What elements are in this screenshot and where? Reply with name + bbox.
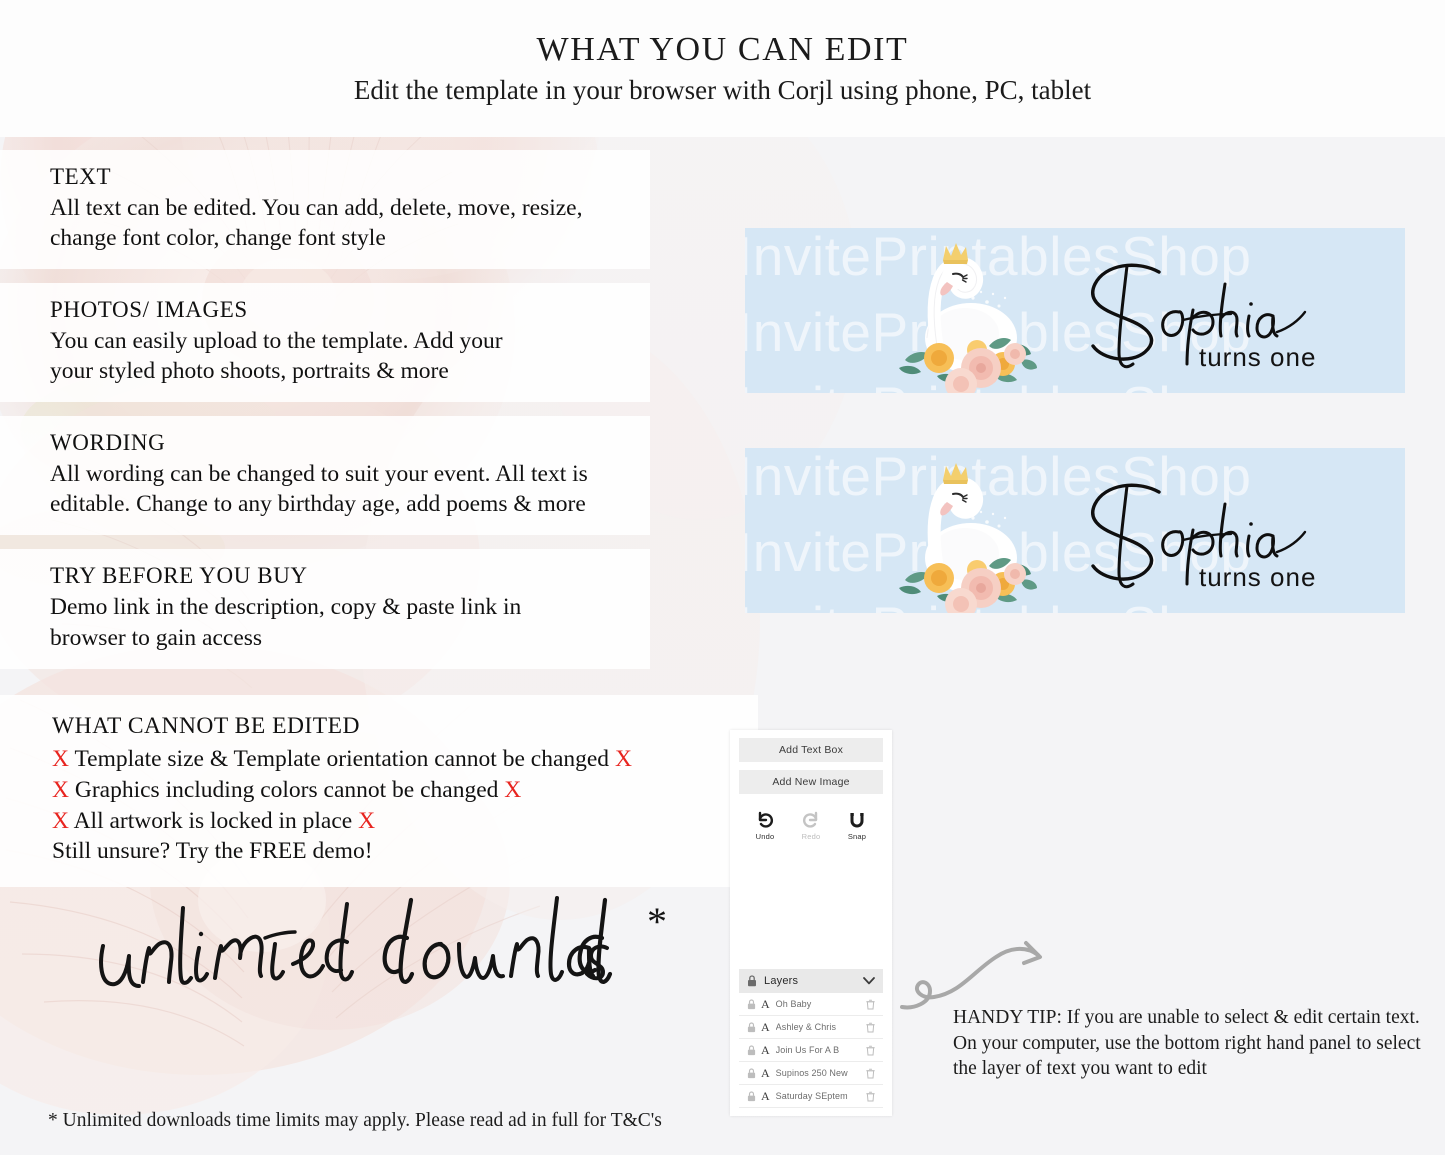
handy-tip-text: HANDY TIP: If you are unable to select &… [953, 1005, 1423, 1082]
editor-tool-row: Undo Redo Snap [730, 794, 892, 849]
layer-name: Supinos 250 New [775, 1068, 848, 1078]
x-mark-icon: X [52, 807, 69, 834]
editor-panel-footer [730, 1108, 892, 1116]
cannot-edit-panel: WHAT CANNOT BE EDITED X Template size & … [0, 695, 758, 888]
layer-row[interactable]: A Supinos 250 New [739, 1062, 883, 1085]
add-new-image-button[interactable]: Add New Image [739, 770, 883, 794]
cannot-edit-title: WHAT CANNOT BE EDITED [52, 713, 360, 739]
layer-name: Saturday SEptem [775, 1091, 848, 1101]
trash-icon[interactable] [866, 1068, 875, 1079]
lock-icon [748, 975, 756, 987]
feature-line: browser to gain access [50, 624, 263, 651]
x-mark-icon: X [504, 776, 522, 803]
editor-canvas-area[interactable] [730, 849, 892, 969]
redo-button[interactable]: Redo [792, 810, 830, 841]
feature-title: WORDING [50, 430, 166, 456]
layer-row[interactable]: A Saturday SEptem [739, 1085, 883, 1108]
feature-line: All text can be edited. You can add, del… [50, 195, 583, 221]
feature-line: your styled photo shoots, portraits & mo… [50, 358, 449, 385]
undo-button[interactable]: Undo [746, 810, 784, 841]
preview-subtitle: turns one [1199, 562, 1316, 592]
name-script: turns one [1091, 483, 1316, 592]
text-layer-icon: A [761, 997, 770, 1011]
x-mark-icon: X [52, 776, 69, 803]
feature-title: TRY BEFORE YOU BUY [50, 563, 308, 589]
layer-name: Join Us For A B [775, 1045, 840, 1055]
layer-name: Oh Baby [775, 999, 812, 1009]
cannot-edit-item: X Graphics including colors cannot be ch… [52, 775, 758, 806]
feature-line: change font color, change font style [50, 225, 386, 252]
handy-tip-line: HANDY TIP: If you are unable to select &… [953, 1007, 1420, 1028]
handy-tip-line: the layer of text you want to edit [953, 1058, 1207, 1080]
napkin-ring-preview-2: InvitePrintablesShop InvitePrintablesSho… [745, 448, 1405, 613]
cannot-edit-item-text: All artwork is locked in place [73, 807, 353, 834]
text-layer-icon: A [761, 1066, 770, 1080]
preview-name-block: turns one [1075, 254, 1385, 374]
layer-row[interactable]: A Ashley & Chris [739, 1016, 883, 1039]
layer-row[interactable]: A Join Us For A B [739, 1039, 883, 1062]
chevron-down-icon[interactable] [863, 977, 875, 985]
snap-magnet-icon [850, 813, 864, 828]
snap-label: Snap [847, 832, 867, 841]
layer-row[interactable]: A Oh Baby [739, 993, 883, 1016]
layers-title: Layers [764, 975, 799, 987]
unlimited-downloads-headline: * [95, 890, 667, 1010]
name-script: turns one [1091, 263, 1316, 372]
preview-name-block: turns one [1075, 474, 1385, 594]
feature-panel-photos-images: PHOTOS/ IMAGES You can easily upload to … [0, 283, 650, 403]
trash-icon[interactable] [866, 1045, 875, 1056]
swan-graphic [877, 234, 1052, 393]
page-header: WHAT YOU CAN EDIT Edit the template in y… [0, 0, 1445, 137]
trash-icon[interactable] [866, 1091, 875, 1102]
feature-line: editable. Change to any birthday age, ad… [50, 491, 586, 518]
text-layer-icon: A [761, 1043, 770, 1057]
feature-title: PHOTOS/ IMAGES [50, 297, 248, 323]
corjl-editor-panel: Add Text Box Add New Image Undo Redo Sna… [730, 730, 892, 1116]
trash-icon[interactable] [866, 1022, 875, 1033]
lock-icon[interactable] [747, 1021, 756, 1033]
feature-panel-list: TEXT All text can be edited. You can add… [0, 150, 650, 683]
pointer-arrow-icon [900, 941, 1042, 1010]
undo-label: Undo [755, 832, 775, 841]
undo-icon [758, 811, 773, 828]
lock-icon[interactable] [747, 998, 756, 1010]
trash-icon[interactable] [866, 999, 875, 1010]
feature-panel-try-before-you-buy: TRY BEFORE YOU BUY Demo link in the desc… [0, 549, 650, 669]
lock-icon[interactable] [747, 1044, 756, 1056]
cannot-edit-item: X Template size & Template orientation c… [52, 744, 758, 775]
feature-panel-wording: WORDING All wording can be changed to su… [0, 416, 650, 536]
layers-header[interactable]: Layers [739, 969, 883, 993]
text-layer-icon: A [761, 1089, 770, 1103]
x-mark-icon: X [614, 746, 632, 772]
feature-line: Demo link in the description, copy & pas… [50, 594, 522, 621]
script-lettering [99, 896, 613, 988]
layer-name: Ashley & Chris [775, 1022, 837, 1032]
cannot-edit-item-text: Graphics including colors cannot be chan… [74, 776, 499, 803]
cannot-edit-item-text: Template size & Template orientation can… [74, 746, 610, 772]
page-title: WHAT YOU CAN EDIT [536, 31, 909, 68]
x-mark-icon: X [52, 746, 69, 772]
x-mark-icon: X [358, 807, 376, 834]
asterisk-mark: * [647, 899, 667, 944]
cannot-edit-item: X All artwork is locked in place X [52, 806, 758, 837]
text-layer-icon: A [761, 1020, 770, 1034]
cannot-edit-closing: Still unsure? Try the FREE demo! [52, 838, 373, 865]
lock-icon[interactable] [747, 1090, 756, 1102]
handy-tip-line: On your computer, use the bottom right h… [953, 1032, 1421, 1054]
feature-line: You can easily upload to the template. A… [50, 328, 503, 355]
redo-label: Redo [801, 832, 821, 841]
add-text-box-button[interactable]: Add Text Box [739, 738, 883, 762]
lock-icon[interactable] [747, 1067, 756, 1079]
feature-line: All wording can be changed to suit your … [50, 461, 588, 488]
footnote-disclaimer: * Unlimited downloads time limits may ap… [48, 1110, 662, 1131]
page-subtitle: Edit the template in your browser with C… [353, 75, 1092, 105]
preview-subtitle: turns one [1199, 342, 1316, 372]
feature-panel-text: TEXT All text can be edited. You can add… [0, 150, 650, 270]
swan-graphic [877, 454, 1052, 613]
napkin-ring-preview-1: InvitePrintablesShop InvitePrintablesSho… [745, 228, 1405, 393]
redo-icon [803, 811, 818, 828]
feature-title: TEXT [50, 164, 112, 189]
snap-button[interactable]: Snap [838, 810, 876, 841]
